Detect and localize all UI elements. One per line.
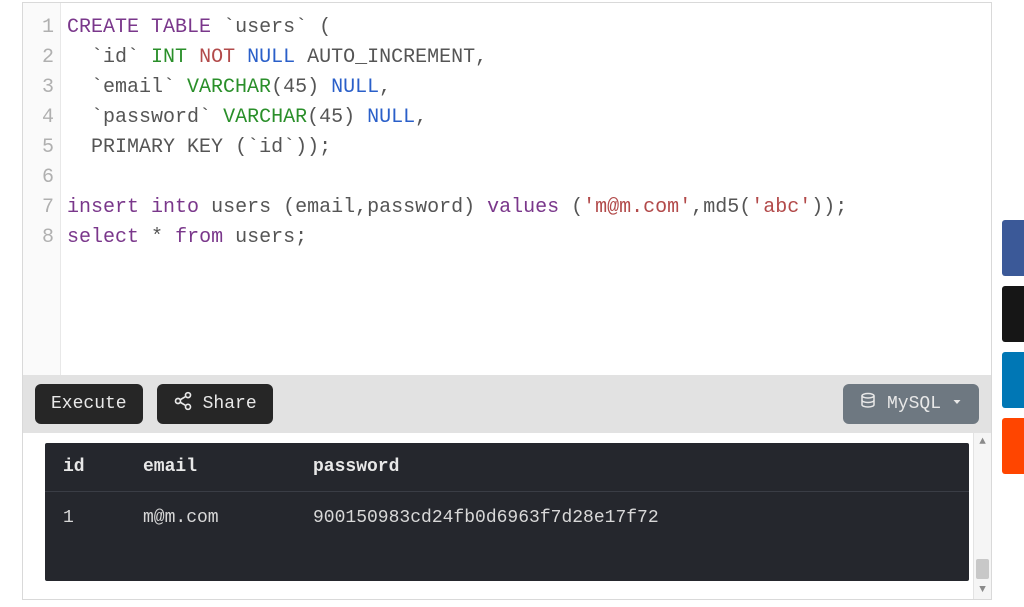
results-pane: id email password 1 m@m.com 900150983cd2…: [23, 433, 991, 599]
share-icon: [173, 391, 193, 417]
social-rail: [1002, 220, 1024, 474]
table-row: 1 m@m.com 900150983cd24fb0d6963f7d28e17f…: [45, 492, 969, 545]
toolbar: Execute Share MySQL: [23, 375, 991, 433]
line-number: 3: [23, 73, 60, 103]
line-number: 1: [23, 13, 60, 43]
scroll-down-icon[interactable]: ▼: [974, 581, 991, 599]
line-number: 6: [23, 163, 60, 193]
column-header: id: [45, 443, 125, 492]
chevron-down-icon: [951, 394, 963, 414]
line-number: 4: [23, 103, 60, 133]
database-label: MySQL: [887, 394, 941, 414]
twitter-share-button[interactable]: [1002, 286, 1024, 342]
table-header-row: id email password: [45, 443, 969, 492]
execute-button[interactable]: Execute: [35, 384, 143, 424]
reddit-share-button[interactable]: [1002, 418, 1024, 474]
cell: m@m.com: [125, 492, 295, 545]
column-header: email: [125, 443, 295, 492]
database-selector[interactable]: MySQL: [843, 384, 979, 424]
database-icon: [859, 391, 877, 417]
code-editor[interactable]: 1 2 3 4 5 6 7 8 CREATE TABLE `users` ( `…: [23, 3, 991, 375]
line-number: 8: [23, 223, 60, 253]
share-label: Share: [203, 394, 257, 414]
line-number: 7: [23, 193, 60, 223]
linkedin-share-button[interactable]: [1002, 352, 1024, 408]
column-header: password: [295, 443, 969, 492]
execute-label: Execute: [51, 394, 127, 414]
code-area[interactable]: CREATE TABLE `users` ( `id` INT NOT NULL…: [61, 3, 991, 375]
line-number: 2: [23, 43, 60, 73]
cell: 1: [45, 492, 125, 545]
cell: 900150983cd24fb0d6963f7d28e17f72: [295, 492, 969, 545]
scrollbar[interactable]: ▲ ▼: [973, 433, 991, 599]
line-number: 5: [23, 133, 60, 163]
scroll-thumb[interactable]: [976, 559, 989, 579]
scroll-up-icon[interactable]: ▲: [974, 433, 991, 451]
share-button[interactable]: Share: [157, 384, 273, 424]
line-gutter: 1 2 3 4 5 6 7 8: [23, 3, 61, 375]
sql-fiddle-app: 1 2 3 4 5 6 7 8 CREATE TABLE `users` ( `…: [22, 2, 992, 600]
facebook-share-button[interactable]: [1002, 220, 1024, 276]
results-table: id email password 1 m@m.com 900150983cd2…: [45, 443, 969, 581]
